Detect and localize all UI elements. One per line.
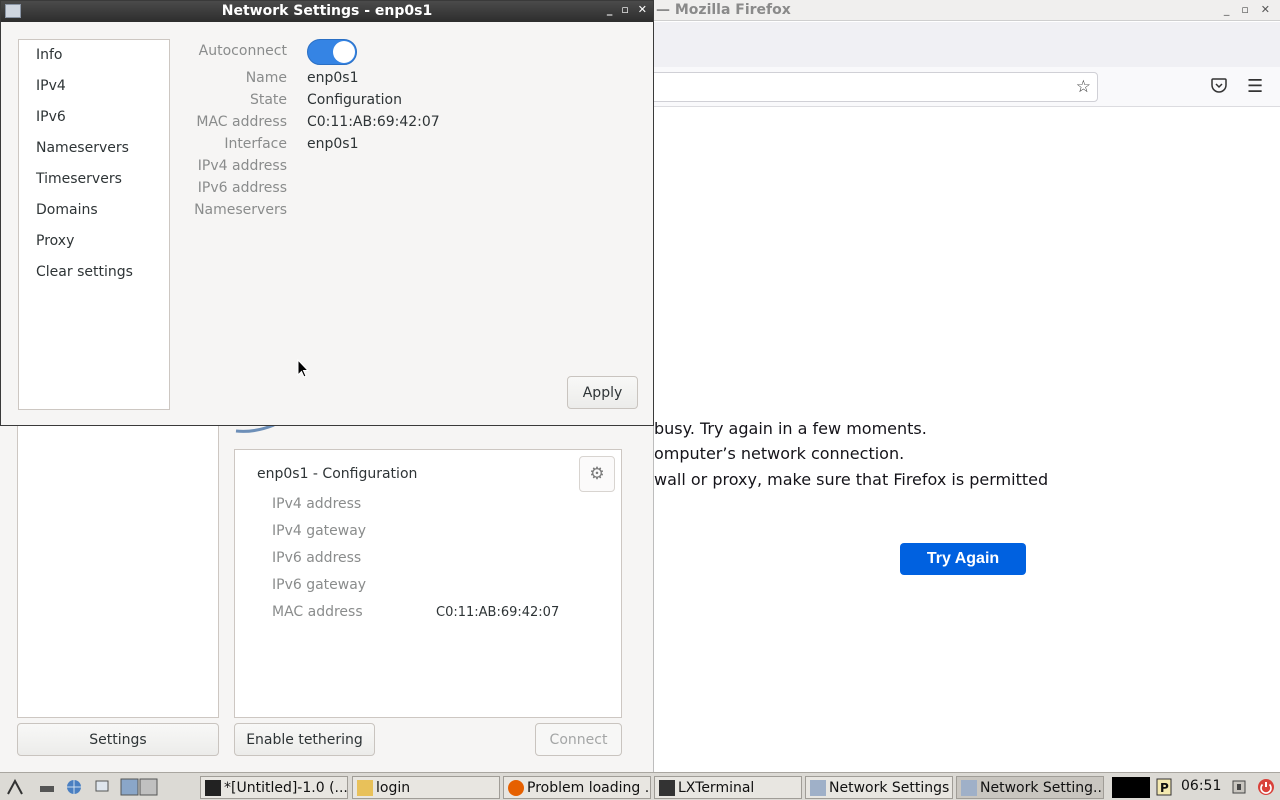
toggle-knob xyxy=(333,41,355,63)
minimize-icon[interactable]: _ xyxy=(1224,3,1230,16)
sidebar-item-timeservers[interactable]: Timeservers xyxy=(36,171,122,187)
lock-screen-icon[interactable] xyxy=(1230,778,1248,796)
maximize-icon[interactable]: ▫ xyxy=(1241,3,1248,16)
maximize-icon[interactable]: ▫ xyxy=(621,3,628,16)
folder-icon xyxy=(357,779,373,796)
service-list[interactable] xyxy=(17,426,219,718)
close-icon[interactable]: ✕ xyxy=(1261,3,1270,16)
network-window-icon xyxy=(810,779,826,796)
connection-card: enp0s1 - Configuration ⚙ IPv4 address IP… xyxy=(234,449,622,718)
ipv4-address-label: IPv4 address xyxy=(197,158,287,174)
dialog-titlebar: Network Settings - enp0s1 _ ▫ ✕ xyxy=(1,1,653,22)
system-monitor-graph xyxy=(1112,777,1150,798)
autoconnect-toggle[interactable] xyxy=(307,39,357,65)
ipv6-address-label: IPv6 address xyxy=(197,180,287,196)
connect-button[interactable]: Connect xyxy=(535,723,622,756)
browser-globe-icon[interactable] xyxy=(65,778,83,796)
task-label: *[Untitled]-1.0 (... xyxy=(224,779,348,796)
gear-icon[interactable]: ⚙ xyxy=(579,456,615,492)
sidebar-item-info[interactable]: Info xyxy=(36,47,63,63)
firefox-icon xyxy=(508,779,524,796)
task-label: Network Settings xyxy=(829,779,950,796)
taskbar: *[Untitled]-1.0 (... login Problem loadi… xyxy=(0,772,1280,800)
card-row-label: MAC address xyxy=(272,604,363,620)
pocket-icon[interactable] xyxy=(1210,76,1228,94)
autoconnect-label: Autoconnect xyxy=(198,43,287,59)
svg-text:P: P xyxy=(1160,781,1169,795)
settings-button[interactable]: Settings xyxy=(17,723,219,756)
card-row-value: C0:11:AB:69:42:07 xyxy=(436,605,560,620)
network-settings-dialog: Network Settings - enp0s1 _ ▫ ✕ Info IPv… xyxy=(0,0,654,426)
sidebar-item-ipv6[interactable]: IPv6 xyxy=(36,109,66,125)
firefox-window-buttons: _ ▫ ✕ xyxy=(1224,3,1270,16)
network-window-icon xyxy=(961,779,977,796)
sidebar-item-clear-settings[interactable]: Clear settings xyxy=(36,264,133,280)
sidebar-item-ipv4[interactable]: IPv4 xyxy=(36,78,66,94)
terminal-icon xyxy=(659,779,675,796)
clipboard-p-icon[interactable]: P xyxy=(1155,778,1173,796)
task-network-settings[interactable]: Network Settings xyxy=(805,776,953,799)
name-value: enp0s1 xyxy=(307,70,359,86)
enable-tethering-button[interactable]: Enable tethering xyxy=(234,723,375,756)
url-bar[interactable]: ☆ xyxy=(640,72,1098,102)
bookmark-star-icon[interactable]: ☆ xyxy=(1076,77,1091,97)
close-icon[interactable]: ✕ xyxy=(638,3,647,16)
card-row-label: IPv6 gateway xyxy=(272,577,367,593)
mac-address-label: MAC address xyxy=(196,114,287,130)
task-label: login xyxy=(376,779,411,796)
settings-sidebar: Info IPv4 IPv6 Nameservers Timeservers D… xyxy=(18,39,170,410)
mac-address-value: C0:11:AB:69:42:07 xyxy=(307,114,440,130)
name-label: Name xyxy=(245,70,287,86)
interface-value: enp0s1 xyxy=(307,136,359,152)
nameservers-label: Nameservers xyxy=(194,202,287,218)
sidebar-item-domains[interactable]: Domains xyxy=(36,202,98,218)
dialog-window-buttons: _ ▫ ✕ xyxy=(607,3,647,16)
task-label: Problem loading ... xyxy=(527,779,651,796)
task-firefox[interactable]: Problem loading ... xyxy=(503,776,651,799)
card-title: enp0s1 - Configuration xyxy=(257,466,418,482)
mouse-cursor-icon xyxy=(297,359,309,378)
error-line-3: wall or proxy, make sure that Firefox is… xyxy=(654,470,1049,489)
hamburger-menu-icon[interactable]: ☰ xyxy=(1247,76,1263,97)
power-icon[interactable] xyxy=(1257,778,1275,796)
firefox-title: — Mozilla Firefox xyxy=(656,2,791,18)
sidebar-item-proxy[interactable]: Proxy xyxy=(36,233,74,249)
start-menu-icon[interactable] xyxy=(6,778,24,796)
dialog-title: Network Settings - enp0s1 xyxy=(221,3,433,19)
state-value: Configuration xyxy=(307,92,402,108)
card-row-label: IPv4 gateway xyxy=(272,523,367,539)
task-untitled[interactable]: *[Untitled]-1.0 (... xyxy=(200,776,348,799)
try-again-button[interactable]: Try Again xyxy=(900,543,1026,575)
clock: 06:51 xyxy=(1181,778,1222,794)
state-label: State xyxy=(249,92,287,108)
task-login[interactable]: login xyxy=(352,776,500,799)
task-network-settings-dialog[interactable]: Network Setting... xyxy=(956,776,1104,799)
show-desktop-icon[interactable] xyxy=(94,778,112,796)
apply-button[interactable]: Apply xyxy=(567,376,638,409)
task-label: LXTerminal xyxy=(678,779,755,796)
terminal-app-icon xyxy=(205,779,221,796)
error-line-2: omputer’s network connection. xyxy=(654,444,905,463)
sidebar-item-nameservers[interactable]: Nameservers xyxy=(36,140,129,156)
interface-label: Interface xyxy=(224,136,287,152)
task-lxterminal[interactable]: LXTerminal xyxy=(654,776,802,799)
minimize-icon[interactable]: _ xyxy=(607,3,613,16)
card-row-label: IPv6 address xyxy=(272,550,362,566)
error-line-1: busy. Try again in a few moments. xyxy=(654,419,927,438)
file-manager-icon[interactable] xyxy=(38,778,56,796)
workspace-switcher-icon[interactable] xyxy=(120,778,158,796)
task-label: Network Setting... xyxy=(980,779,1104,796)
card-row-label: IPv4 address xyxy=(272,496,362,512)
